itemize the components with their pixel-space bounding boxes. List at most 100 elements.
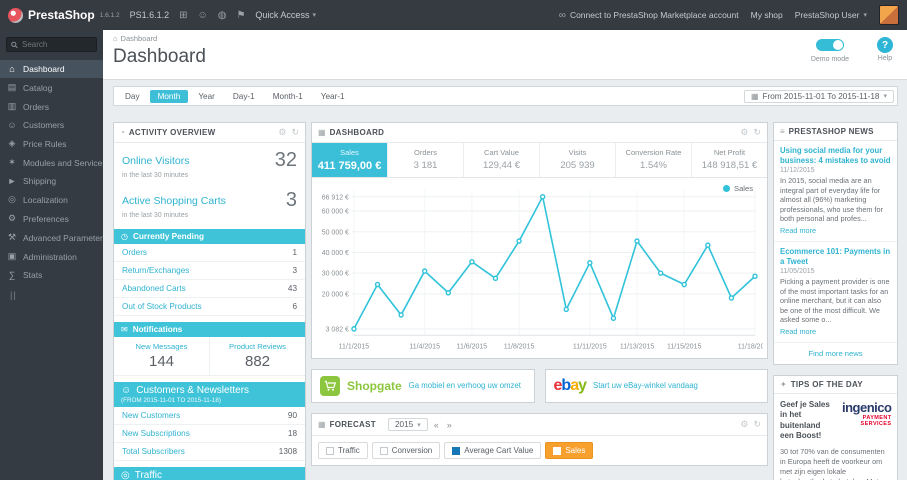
filter-month-1-button[interactable]: Month-1 [265,90,311,103]
help-icon[interactable]: ? [877,37,893,53]
kpi-sales[interactable]: Sales 411 759,00 € [312,143,387,177]
forecast-avg-cart-toggle[interactable]: Average Cart Value [444,442,542,459]
sidebar-item-shipping[interactable]: ► Shipping [0,172,103,190]
sidebar-item-modules[interactable]: ✶ Modules and Services [0,153,103,172]
sidebar-item-label: Dashboard [23,64,65,74]
filter-day-button[interactable]: Day [117,90,148,103]
refresh-icon[interactable]: ↻ [291,127,299,138]
sidebar-item-stats[interactable]: ∑ Stats [0,266,103,284]
collapse-sidebar-button[interactable]: || [0,284,103,306]
sidebar-item-orders[interactable]: ▥ Orders [0,97,103,116]
total-subscribers-link[interactable]: Total Subscribers [122,447,185,456]
dashboard-panel-header: ▦ DASHBOARD ⚙ ↻ [312,123,767,143]
kpi-orders[interactable]: Orders 3 181 [387,143,463,177]
shopgate-link[interactable]: Ga mobiel en verhoog uw omzet [409,381,521,390]
orders-link[interactable]: Orders [122,248,147,257]
refresh-icon[interactable]: ↻ [753,419,761,430]
sidebar-item-administration[interactable]: ▣ Administration [0,247,103,266]
tips-top: Geef je Sales in het buitenland een Boos… [774,394,897,444]
abandoned-carts-link[interactable]: Abandoned Carts [122,284,186,293]
localization-icon: ◎ [8,194,16,204]
demo-mode-toggle[interactable] [815,39,844,51]
forecast-panel-title: FORECAST [329,420,376,429]
date-range-picker[interactable]: ▦ From 2015-11-01 To 2015-11-18 ▾ [743,89,894,103]
sidebar-item-label: Modules and Services [23,157,103,168]
out-of-stock-link[interactable]: Out of Stock Products [122,302,202,311]
filter-month-button[interactable]: Month [149,89,189,103]
prestashop-logo[interactable]: PrestaShop 1.6.1.2 [8,7,120,23]
lifering-icon[interactable]: ◍ [218,10,227,21]
quick-access-menu[interactable]: Quick Access ▾ [255,10,316,20]
search-input[interactable] [22,40,92,49]
active-carts-link[interactable]: Active Shopping Carts [122,195,226,207]
new-subscriptions-link[interactable]: New Subscriptions [122,429,190,438]
sidebar-item-catalog[interactable]: ▤ Catalog [0,78,103,97]
online-visitors-link[interactable]: Online Visitors [122,155,190,167]
quick-access-label: Quick Access [255,10,310,20]
help-label: Help [877,55,893,62]
new-messages-cell[interactable]: New Messages 144 [114,337,209,375]
gear-icon[interactable]: ⚙ [278,127,286,138]
returns-link[interactable]: Return/Exchanges [122,266,189,275]
person-icon[interactable]: ☺ [198,10,208,21]
pending-row: Abandoned Carts 43 [114,280,305,298]
currently-pending-header: ◷ Currently Pending [114,229,305,244]
swatch-icon [452,446,461,455]
sidebar-item-advanced-parameters[interactable]: ⚒ Advanced Parameters [0,228,103,247]
sidebar-item-dashboard[interactable]: ⌂ Dashboard [0,60,103,78]
forecast-prev-button[interactable]: « [432,420,441,430]
traffic-title: Traffic [134,470,162,480]
abandoned-carts-value: 43 [287,284,297,293]
kpi-visits[interactable]: Visits 205 939 [539,143,615,177]
sidebar-item-localization[interactable]: ◎ Localization [0,190,103,209]
search-icon [11,41,18,48]
orders-value: 1 [292,248,297,257]
panel-tools: ⚙ ↻ [740,419,761,430]
avatar[interactable] [879,5,899,25]
article-title-link[interactable]: Ecommerce 101: Payments in a Tweet [780,247,891,266]
legend-dot-icon [723,185,730,192]
kpi-cart-value[interactable]: Cart Value 129,44 € [463,143,539,177]
ebay-link[interactable]: Start uw eBay-winkel vandaag [593,381,698,390]
user-menu[interactable]: PrestaShop User ▾ [795,10,867,20]
filter-year-1-button[interactable]: Year-1 [313,90,353,103]
forecast-conversion-toggle[interactable]: Conversion [371,442,441,459]
product-reviews-cell[interactable]: Product Reviews 882 [209,337,305,375]
data-point [374,281,381,288]
article-title-link[interactable]: Using social media for your business: 4 … [780,146,891,165]
catalog-icon: ▤ [7,82,17,92]
shopgate-promo[interactable]: Shopgate Ga mobiel en verhoog uw omzet [311,369,535,403]
marketplace-connect-link[interactable]: ∞ Connect to PrestaShop Marketplace acco… [559,10,739,21]
data-point [610,315,617,322]
read-more-link[interactable]: Read more [780,327,816,336]
filter-day-1-button[interactable]: Day-1 [225,90,263,103]
kpi-label: Conversion Rate [625,148,682,157]
activity-overview-panel: ◔ ACTIVITY OVERVIEW ⚙ ↻ Online Visitors … [113,122,306,480]
flag-icon[interactable]: ⚑ [236,10,245,21]
forecast-sales-toggle[interactable]: Sales [545,442,594,459]
refresh-icon[interactable]: ↻ [753,127,761,138]
forecast-year-select[interactable]: 2015 ▾ [387,418,428,431]
customers-row: Total Subscribers 1308 [114,443,305,461]
filter-year-button[interactable]: Year [190,90,223,103]
new-customers-link[interactable]: New Customers [122,411,180,420]
sidebar-item-customers[interactable]: ☺ Customers [0,116,103,134]
kpi-conversion-rate[interactable]: Conversion Rate 1.54% [615,143,691,177]
shop-name-link[interactable]: PS1.6.1.2 [130,10,170,20]
forecast-traffic-toggle[interactable]: Traffic [318,442,368,459]
sidebar-item-label: Customers [23,120,65,130]
ebay-promo[interactable]: ebay Start uw eBay-winkel vandaag [544,369,768,403]
data-point [634,238,640,244]
chevron-down-icon: ▾ [312,12,316,19]
forecast-next-button[interactable]: » [445,420,454,430]
read-more-link[interactable]: Read more [780,226,816,235]
my-shop-link[interactable]: My shop [751,10,783,20]
find-more-news-link[interactable]: Find more news [774,343,897,364]
sidebar-item-price-rules[interactable]: ◈ Price Rules [0,134,103,153]
cart-icon[interactable]: ⊞ [179,10,187,21]
news-column: ≡ PRESTASHOP NEWS Using social media for… [773,122,898,480]
gear-icon[interactable]: ⚙ [740,419,748,430]
kpi-net-profit[interactable]: Net Profit 148 918,51 € [691,143,767,177]
sidebar-item-preferences[interactable]: ⚙ Preferences [0,209,103,228]
gear-icon[interactable]: ⚙ [740,127,748,138]
